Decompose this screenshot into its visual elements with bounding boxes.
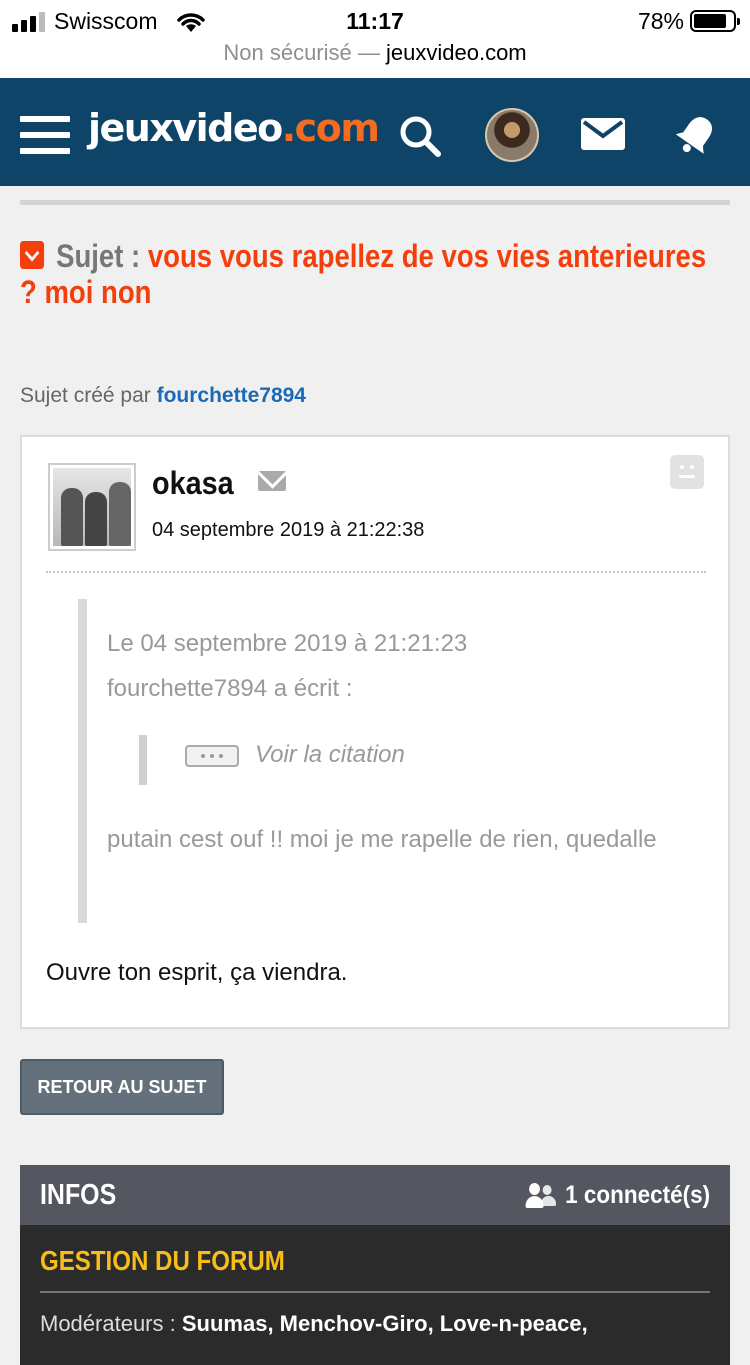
- site-header: jeuxvideo.com: [0, 78, 750, 186]
- search-icon[interactable]: [398, 114, 442, 158]
- battery-percent: 78%: [637, 8, 684, 34]
- user-avatar[interactable]: [485, 108, 539, 162]
- author-avatar[interactable]: [48, 463, 136, 551]
- site-logo[interactable]: jeuxvideo.com: [88, 106, 380, 150]
- connected-count[interactable]: 1 connecté(s): [525, 1181, 710, 1210]
- post-author[interactable]: okasa: [152, 465, 234, 502]
- post-message: Ouvre ton esprit, ça viendra.: [46, 959, 348, 986]
- report-icon[interactable]: [670, 455, 704, 489]
- moderators-line: Modérateurs : Suumas, Menchov-Giro, Love…: [40, 1311, 588, 1337]
- security-label: Non sécurisé —: [223, 40, 380, 65]
- infos-panel: INFOS 1 connecté(s) GESTION DU FORUM Mod…: [20, 1165, 730, 1365]
- more-dots-icon[interactable]: [185, 745, 239, 767]
- infos-header: INFOS 1 connecté(s): [20, 1165, 730, 1225]
- topic-heading: Sujet : vous vous rapellez de vos vies a…: [20, 238, 730, 310]
- post-date[interactable]: 04 septembre 2019 à 21:22:38: [152, 519, 424, 542]
- nested-quote: Voir la citation: [139, 735, 539, 785]
- browser-status-bar: Swisscom 11:17 78% Non sécurisé — jeuxvi…: [0, 0, 750, 78]
- users-icon: [525, 1182, 556, 1209]
- notification-bell-icon[interactable]: [674, 114, 718, 156]
- divider: [20, 200, 730, 205]
- url-domain: jeuxvideo.com: [386, 40, 527, 65]
- mail-icon[interactable]: [581, 118, 625, 150]
- collapse-chevron-icon[interactable]: [20, 241, 45, 269]
- show-quote-link[interactable]: Voir la citation: [255, 741, 405, 769]
- url-bar[interactable]: Non sécurisé — jeuxvideo.com: [0, 40, 750, 66]
- quote-text: putain cest ouf !! moi je me rapelle de …: [107, 826, 657, 853]
- quote-author: fourchette7894 a écrit :: [107, 675, 353, 702]
- infos-title: INFOS: [40, 1179, 117, 1211]
- forum-post: okasa 04 septembre 2019 à 21:22:38 Le 04…: [20, 435, 730, 1029]
- topic-label: Sujet :: [56, 238, 141, 274]
- infos-separator: [40, 1291, 710, 1293]
- quote-block: Le 04 septembre 2019 à 21:21:23 fourchet…: [78, 599, 678, 923]
- forum-management-title: GESTION DU FORUM: [40, 1245, 285, 1276]
- moderators-label: Modérateurs :: [40, 1311, 176, 1336]
- back-to-topic-button[interactable]: RETOUR AU SUJET: [20, 1059, 224, 1115]
- topic-author-link[interactable]: fourchette7894: [157, 384, 306, 407]
- created-by-label: Sujet créé par: [20, 384, 151, 407]
- battery-icon: [690, 10, 740, 32]
- topic-created-by: Sujet créé par fourchette7894: [20, 384, 306, 408]
- menu-icon[interactable]: [20, 116, 70, 156]
- post-separator: [46, 571, 706, 573]
- moderators-list[interactable]: Suumas, Menchov-Giro, Love-n-peace,: [182, 1311, 588, 1336]
- private-message-icon[interactable]: [258, 471, 286, 491]
- quote-date: Le 04 septembre 2019 à 21:21:23: [107, 630, 468, 657]
